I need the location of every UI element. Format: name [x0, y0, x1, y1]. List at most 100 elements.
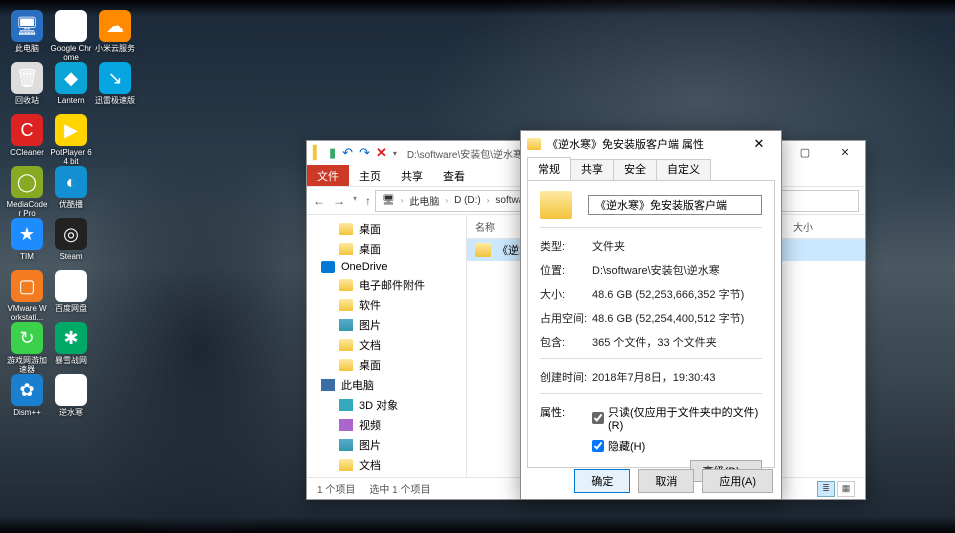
tree-item[interactable]: 此电脑 [307, 375, 466, 395]
tab-general[interactable]: 常规 [527, 157, 571, 180]
tree-item[interactable]: 视频 [307, 415, 466, 435]
desktop-icon[interactable]: ◎Google Chrome [50, 10, 92, 58]
properties-titlebar[interactable]: 《逆水寒》免安装版客户端 属性 ✕ [521, 131, 781, 157]
dropdown-icon[interactable]: ▾ [393, 149, 397, 158]
app-icon: ▶ [55, 114, 87, 146]
tree-item-label: 图片 [359, 437, 381, 453]
nav-back-icon[interactable]: ← [313, 194, 325, 208]
nav-history-icon[interactable]: ▾ [353, 194, 357, 208]
pin-icon[interactable]: ▮ [329, 145, 336, 161]
tree-item[interactable]: 电子邮件附件 [307, 275, 466, 295]
redo-icon[interactable]: ↷ [359, 145, 370, 161]
folder-name-input[interactable] [588, 195, 762, 215]
desktop-icon[interactable]: 寒逆水寒 [50, 374, 92, 422]
undo-icon[interactable]: ↶ [342, 145, 353, 161]
chevron-right-icon[interactable]: › [443, 196, 450, 205]
ribbon-home[interactable]: 主页 [349, 165, 391, 186]
tree-item-label: 软件 [359, 297, 381, 313]
value-size-on-disk: 48.6 GB (52,254,400,512 字节) [592, 310, 762, 326]
folder-icon [527, 138, 541, 150]
label-type: 类型: [540, 238, 592, 254]
tree-item[interactable]: 图片 [307, 435, 466, 455]
ribbon-share[interactable]: 共享 [391, 165, 433, 186]
column-size[interactable]: 大小 [785, 215, 865, 238]
desktop-icon[interactable]: ◆Lantern [50, 62, 92, 110]
tree-item-icon [321, 261, 335, 273]
apply-button[interactable]: 应用(A) [702, 469, 773, 493]
pc-icon: 🖥 [380, 195, 397, 206]
tree-item-icon [339, 439, 353, 451]
breadcrumb-item[interactable]: D (D:) [452, 195, 483, 206]
desktop-icon[interactable]: ✱ 暴雪战网 [50, 322, 92, 370]
maximize-button[interactable]: ▢ [785, 141, 825, 163]
desktop-icon-label: CCleaner [6, 148, 48, 157]
app-icon: ✱ [55, 322, 87, 354]
desktop-icon[interactable]: ✿ Dism++ [6, 374, 48, 422]
folder-large-icon [540, 191, 572, 219]
tab-security[interactable]: 安全 [613, 159, 657, 180]
desktop-icon[interactable]: 🗑回收站 [6, 62, 48, 110]
value-location: D:\software\安装包\逆水寒 [592, 262, 762, 278]
properties-close-button[interactable]: ✕ [743, 133, 775, 155]
desktop-icon-label: 小米云服务 [94, 44, 136, 53]
tree-item[interactable]: 图片 [307, 315, 466, 335]
desktop-icon[interactable]: ▶PotPlayer 64 bit [50, 114, 92, 162]
tree-item-icon [321, 379, 335, 391]
view-details-icon[interactable]: ≣ [817, 481, 835, 497]
desktop-icon-label: 逆水寒 [50, 408, 92, 417]
tree-item[interactable]: 桌面 [307, 355, 466, 375]
desktop-icon[interactable]: CCCleaner [6, 114, 48, 162]
delete-icon[interactable]: ✕ [376, 145, 387, 161]
nav-forward-icon[interactable]: → [333, 194, 345, 208]
label-created: 创建时间: [540, 369, 592, 385]
tree-item[interactable]: 文档 [307, 455, 466, 475]
app-icon: 寒 [55, 374, 87, 406]
tree-item[interactable]: 软件 [307, 295, 466, 315]
tab-share[interactable]: 共享 [570, 159, 614, 180]
desktop-icon[interactable]: ◯MediaCoder Pro [6, 166, 48, 214]
desktop-icon-label: Dism++ [6, 408, 48, 417]
tree-item-icon [339, 339, 353, 351]
desktop-icon[interactable]: ▢VMware Workstati... [6, 270, 48, 318]
cancel-button[interactable]: 取消 [638, 469, 694, 493]
tree-item[interactable]: 文档 [307, 335, 466, 355]
tree-item[interactable]: 桌面 [307, 239, 466, 259]
properties-title-text: 《逆水寒》免安装版客户端 属性 [547, 136, 704, 152]
desktop-icon[interactable]: ◎Steam [50, 218, 92, 266]
desktop-icon[interactable]: ↻游戏网游加速器 [6, 322, 48, 370]
desktop-icon[interactable]: ↘迅雷极速版 [94, 62, 136, 110]
desktop-icon-label: 迅雷极速版 [94, 96, 136, 105]
desktop-icon[interactable]: ∞百度网盘 [50, 270, 92, 318]
status-selected: 选中 1 个项目 [369, 481, 430, 496]
tab-custom[interactable]: 自定义 [656, 159, 711, 180]
ribbon-view[interactable]: 查看 [433, 165, 475, 186]
desktop-icon[interactable]: ★TIM [6, 218, 48, 266]
explorer-close-button[interactable]: ✕ [825, 141, 865, 163]
app-icon: ✿ [11, 374, 43, 406]
tree-item[interactable]: 下载 [307, 475, 466, 477]
view-icons-icon[interactable]: ▦ [837, 481, 855, 497]
nav-up-icon[interactable]: ↑ [365, 194, 371, 208]
ok-button[interactable]: 确定 [574, 469, 630, 493]
tree-item-icon [339, 299, 353, 311]
desktop-icon-label: 暴雪战网 [50, 356, 92, 365]
tree-item[interactable]: OneDrive [307, 259, 466, 275]
tree-item[interactable]: 桌面 [307, 219, 466, 239]
ribbon-file[interactable]: 文件 [307, 165, 349, 186]
checkbox-readonly[interactable]: 只读(仅应用于文件夹中的文件)(R) [592, 404, 762, 432]
desktop-icon[interactable]: ◐优酷播 [50, 166, 92, 214]
tree-item-icon [339, 223, 353, 235]
tree-item-label: 文档 [359, 337, 381, 353]
desktop-icon[interactable]: ☁小米云服务 [94, 10, 136, 58]
tree-item[interactable]: 3D 对象 [307, 395, 466, 415]
breadcrumb-item[interactable]: 此电脑 [407, 193, 441, 208]
chevron-right-icon[interactable]: › [399, 196, 406, 205]
app-icon: ◯ [11, 166, 43, 198]
tree-item-label: 此电脑 [341, 377, 374, 393]
desktop-icon-label: 回收站 [6, 96, 48, 105]
checkbox-hidden[interactable]: 隐藏(H) [592, 438, 762, 454]
chevron-right-icon[interactable]: › [485, 196, 492, 205]
app-icon: ▢ [11, 270, 43, 302]
properties-dialog: 《逆水寒》免安装版客户端 属性 ✕ 常规 共享 安全 自定义 类型:文件夹 位置… [520, 130, 782, 500]
desktop-icon[interactable]: 🖥此电脑 [6, 10, 48, 58]
